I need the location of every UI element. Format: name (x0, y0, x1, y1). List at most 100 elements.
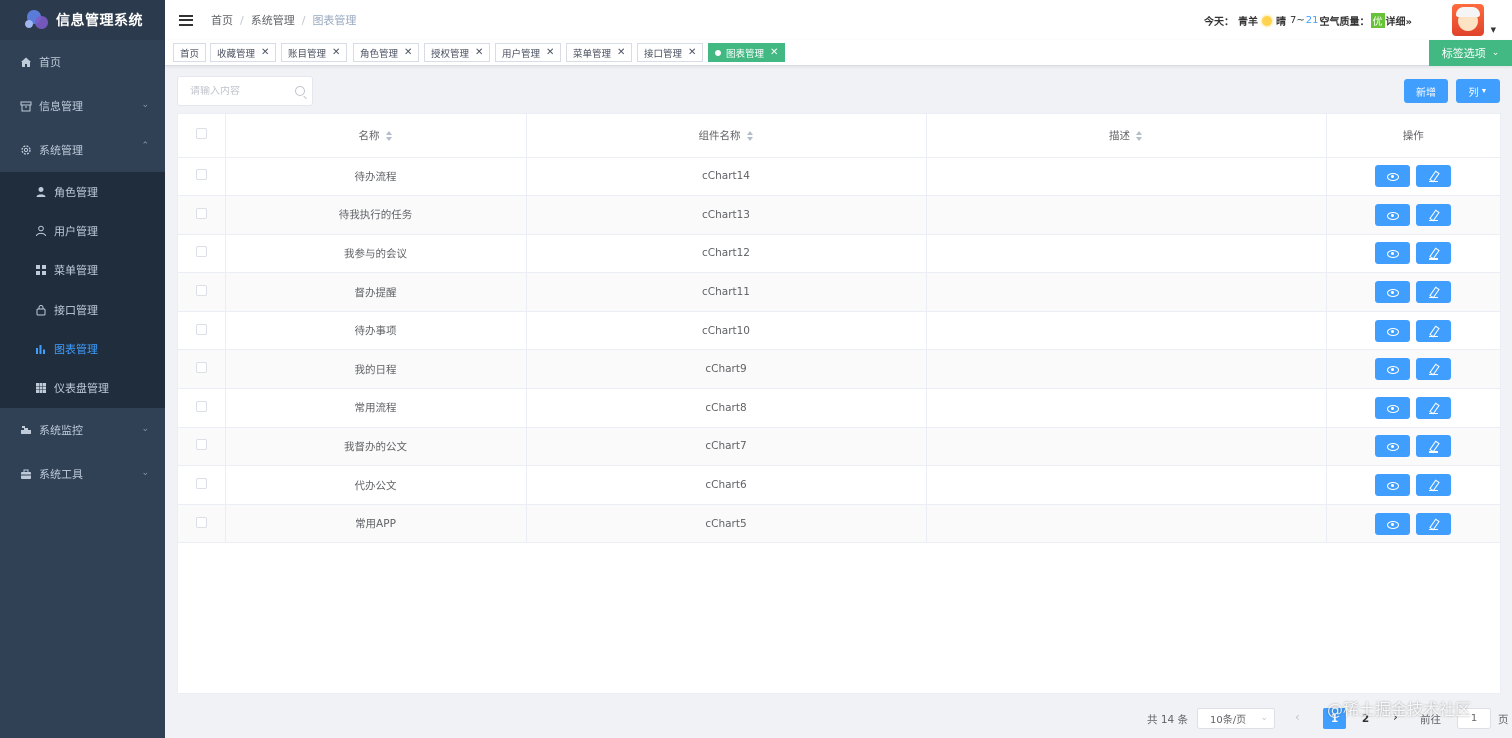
tag-charts[interactable]: 图表管理 ✕ (708, 43, 786, 62)
column-header-component[interactable]: 组件名称 (526, 114, 927, 158)
edit-button[interactable] (1416, 474, 1452, 497)
view-button[interactable] (1375, 474, 1411, 497)
add-button[interactable]: 新增 (1404, 79, 1448, 103)
table-row: 待办流程 cChart14 (178, 157, 1500, 197)
view-button[interactable] (1375, 281, 1411, 304)
sidebar-item-chart-management[interactable]: 图表管理 (0, 329, 165, 368)
close-icon[interactable]: ✕ (688, 47, 696, 58)
sidebar-item-system-tools[interactable]: 系统工具 ⌄ (0, 452, 165, 496)
tag-users[interactable]: 用户管理 ✕ (495, 43, 562, 62)
sidebar-item-home[interactable]: 首页 (0, 40, 165, 84)
sidebar-item-system-management[interactable]: 系统管理 ⌃ (0, 128, 165, 172)
checkbox[interactable] (195, 128, 207, 140)
view-button[interactable] (1375, 242, 1411, 265)
column-header-name[interactable]: 名称 (225, 114, 527, 158)
view-button[interactable] (1375, 396, 1411, 419)
page-size-value: 10条/页 (1210, 715, 1247, 726)
caret-down-icon[interactable]: ▼ (1491, 26, 1496, 34)
breadcrumb-item-system[interactable]: 系统管理 (251, 12, 295, 28)
cell-component: cChart5 (526, 504, 927, 544)
search-box[interactable] (177, 76, 313, 106)
checkbox[interactable] (195, 478, 207, 490)
tag-favorites[interactable]: 收藏管理 ✕ (210, 43, 277, 62)
tag-accounts[interactable]: 账目管理 ✕ (281, 43, 348, 62)
page-size-select[interactable]: 10条/页 ⌄ (1197, 708, 1275, 729)
view-button[interactable] (1375, 358, 1411, 381)
checkbox[interactable] (195, 362, 207, 374)
edit-button[interactable] (1416, 281, 1452, 304)
view-button[interactable] (1375, 319, 1411, 342)
header-select-all[interactable] (178, 114, 226, 158)
active-dot-icon (715, 49, 721, 56)
close-icon[interactable]: ✕ (261, 47, 269, 58)
tag-options-label: 标签选项 (1441, 47, 1486, 60)
view-button[interactable] (1375, 165, 1411, 188)
sort-icon[interactable] (1136, 130, 1143, 141)
checkbox[interactable] (195, 400, 207, 412)
close-icon[interactable]: ✕ (617, 47, 625, 58)
tag-authorization[interactable]: 授权管理 ✕ (424, 43, 491, 62)
close-icon[interactable]: ✕ (404, 47, 412, 58)
search-input[interactable] (190, 85, 290, 97)
tag-label: 收藏管理 (217, 48, 256, 60)
cell-actions (1326, 349, 1500, 390)
tag-home[interactable]: 首页 (173, 43, 207, 62)
tag-roles[interactable]: 角色管理 ✕ (353, 43, 420, 62)
edit-button[interactable] (1416, 242, 1452, 265)
close-icon[interactable]: ✕ (770, 47, 778, 58)
weather-aqi-label: 空气质量： (1319, 17, 1370, 28)
tag-apis[interactable]: 接口管理 ✕ (637, 43, 704, 62)
tag-options-dropdown[interactable]: 标签选项 ⌄ (1429, 40, 1512, 66)
sort-icon[interactable] (746, 130, 754, 141)
breadcrumb-item-home[interactable]: 首页 (211, 12, 233, 28)
logo[interactable]: 信息管理系统 (0, 0, 165, 40)
sidebar-item-user-management[interactable]: 用户管理 (0, 211, 165, 250)
edit-button[interactable] (1416, 165, 1452, 188)
close-icon[interactable]: ✕ (546, 47, 554, 58)
edit-button[interactable] (1416, 358, 1452, 381)
view-button[interactable] (1375, 203, 1411, 226)
checkbox[interactable] (195, 207, 207, 219)
close-icon[interactable]: ✕ (332, 47, 340, 58)
sidebar-item-system-monitor[interactable]: 系统监控 ⌄ (0, 408, 165, 452)
checkbox[interactable] (195, 323, 207, 335)
sidebar-item-menu-management[interactable]: 菜单管理 (0, 251, 165, 290)
close-icon[interactable]: ✕ (475, 47, 483, 58)
chart-table: 名称 组件名称 描述 操作 待办流程 cChart14 待我执行的任务 cChart1… (177, 113, 1501, 694)
cell-name: 待办事项 (225, 311, 527, 351)
goto-unit: 页 (1498, 714, 1509, 726)
edit-button[interactable] (1416, 396, 1452, 419)
table-row: 常用APP cChart5 (178, 504, 1500, 544)
cell-name: 待我执行的任务 (225, 195, 527, 235)
hamburger-icon[interactable] (179, 14, 193, 26)
edit-button[interactable] (1416, 512, 1452, 535)
sidebar-item-dashboard-management[interactable]: 仪表盘管理 (0, 368, 165, 407)
checkbox[interactable] (195, 285, 207, 297)
view-button[interactable] (1375, 435, 1411, 458)
view-button[interactable] (1375, 512, 1411, 535)
weather-detail-link[interactable]: 详细» (1386, 13, 1412, 28)
prev-page-icon[interactable]: ‹ (1295, 710, 1300, 724)
edit-button[interactable] (1416, 435, 1452, 458)
pagination-total: 共 14 条 (1147, 714, 1189, 726)
checkbox[interactable] (195, 169, 207, 181)
sidebar-item-info-management[interactable]: 信息管理 ⌄ (0, 84, 165, 128)
edit-button[interactable] (1416, 203, 1452, 226)
sort-icon[interactable] (385, 130, 393, 141)
checkbox[interactable] (195, 516, 207, 528)
checkbox[interactable] (195, 439, 207, 451)
chevron-down-icon: ⌄ (1491, 48, 1500, 58)
sidebar-item-api-management[interactable]: 接口管理 (0, 290, 165, 329)
sidebar-item-role-management[interactable]: 角色管理 (0, 172, 165, 211)
monitor-icon (20, 424, 32, 436)
tag-menus[interactable]: 菜单管理 ✕ (566, 43, 633, 62)
search-icon[interactable] (295, 86, 305, 96)
column-header-description[interactable]: 描述 (926, 114, 1327, 158)
table-row: 我的日程 cChart9 (178, 349, 1500, 390)
edit-button[interactable] (1416, 319, 1452, 342)
avatar[interactable] (1452, 4, 1484, 36)
sidebar-item-label: 图表管理 (54, 342, 98, 356)
checkbox[interactable] (195, 246, 207, 258)
columns-button[interactable]: 列 ▼ (1456, 79, 1500, 103)
tag-label: 图表管理 (726, 48, 765, 60)
